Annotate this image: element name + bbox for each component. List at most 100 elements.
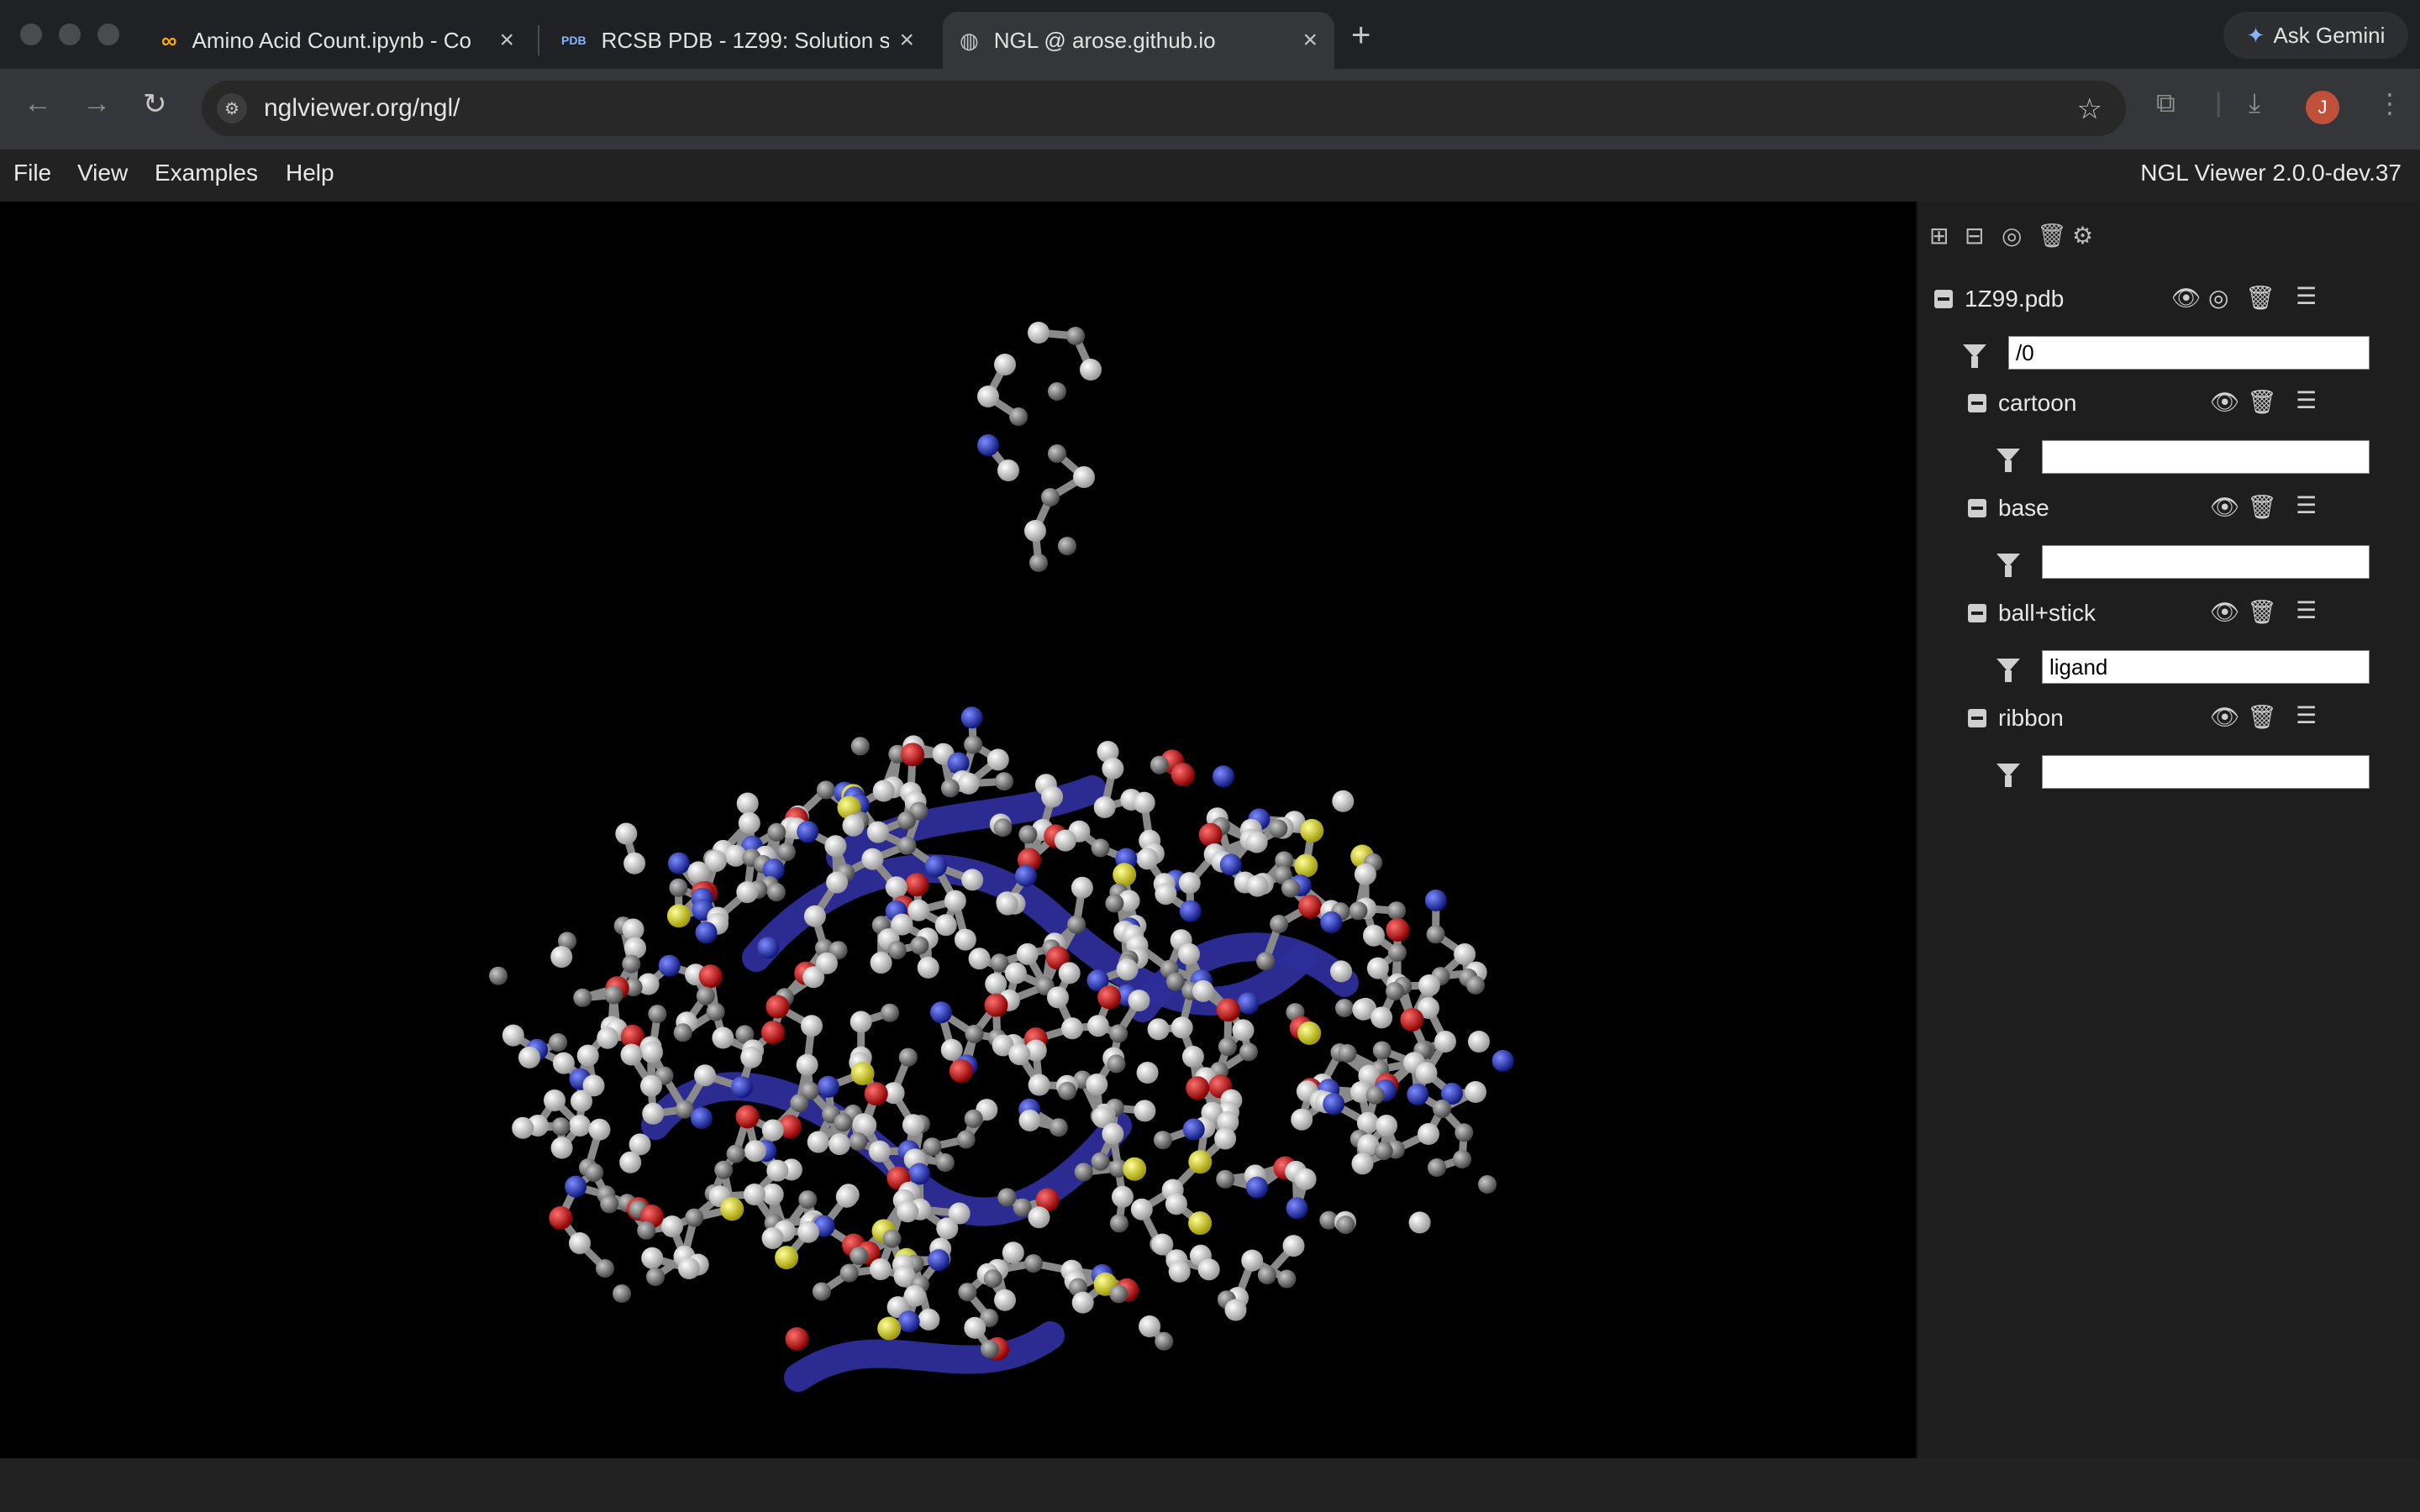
component-row[interactable]: 1Z99.pdb [1934,286,2064,312]
carbon-atom [596,1259,614,1278]
carbon-atom [956,1130,976,1149]
hydrogen-atom [1415,1062,1438,1084]
representation-filter-input[interactable] [2042,755,2370,789]
cast-search-icon[interactable]: ⧉ [2156,87,2175,119]
hydrogen-atom [1454,943,1476,965]
gemini-spark-icon: ✦ [2246,22,2265,48]
hydrogen-atom [1016,942,1039,965]
visibility-eye-icon[interactable]: 👁 [2171,284,2202,312]
new-tab-button[interactable]: + [1351,17,1370,55]
back-arrow-icon[interactable]: ← [24,87,52,120]
carbon-atom [1256,952,1276,971]
trash-icon[interactable]: 🗑 [2247,703,2277,731]
menu-hamburger-icon[interactable]: ☰ [2296,282,2317,310]
carbon-atom [673,1023,692,1042]
hydrogen-atom [1136,848,1159,870]
trash-icon[interactable]: 🗑 [2037,222,2067,249]
trash-icon[interactable]: 🗑 [2247,493,2277,521]
tab-close-icon[interactable]: × [499,26,514,55]
hydrogen-atom [936,1217,959,1240]
representation-row[interactable]: base [1968,495,2049,522]
site-info-icon[interactable]: ⚙ [217,93,247,123]
trash-icon[interactable]: 🗑 [2247,388,2277,416]
carbon-atom [1009,407,1028,426]
carbon-atom [766,883,786,902]
menu-view[interactable]: View [77,160,128,186]
collapse-icon[interactable] [1968,709,1986,727]
menu-file[interactable]: File [13,160,51,186]
hydrogen-atom [544,1089,566,1111]
representation-row[interactable]: ball+stick [1968,600,2096,627]
carbon-atom [1433,1100,1451,1118]
hydrogen-atom [1171,1016,1193,1039]
forward-arrow-icon[interactable]: → [82,87,111,120]
bookmark-star-icon[interactable]: ☆ [2077,92,2102,126]
visibility-eye-icon[interactable]: 👁 [2210,388,2240,416]
window-close-button[interactable] [20,24,42,45]
trash-icon[interactable]: 🗑 [2247,598,2277,626]
visibility-eye-icon[interactable]: 👁 [2210,703,2240,731]
representation-row[interactable]: cartoon [1968,390,2076,417]
tab-close-icon[interactable]: × [1302,26,1318,55]
hydrogen-atom [615,822,638,845]
tab-rcsb-pdb[interactable]: PDB RCSB PDB - 1Z99: Solution st × [544,12,931,69]
hydrogen-atom [1086,1015,1109,1037]
sulfur-atom [1188,1150,1213,1174]
carbon-atom [964,1109,983,1128]
collapse-icon[interactable] [1934,290,1953,308]
nitrogen-atom [908,1163,931,1185]
nitrogen-atom [667,852,690,874]
carbon-atom [1155,1331,1174,1351]
profile-avatar[interactable]: J [2306,91,2339,124]
collapse-icon[interactable] [1968,394,1986,412]
carbon-atom [622,954,641,974]
window-maximize-button[interactable] [97,24,119,45]
representation-row[interactable]: ribbon [1968,705,2064,732]
more-menu-icon[interactable]: ⋮ [2376,87,2403,119]
carbon-atom [1109,1214,1128,1233]
window-minimize-button[interactable] [59,24,81,45]
menu-help[interactable]: Help [286,160,334,186]
menu-hamburger-icon[interactable]: ☰ [2296,596,2317,624]
collapse-icon[interactable] [1968,499,1986,517]
carbon-atom [798,1190,818,1210]
center-icon[interactable]: ◎ [2208,284,2228,312]
collapse-all-icon[interactable]: ⊟ [1965,222,1984,249]
menu-hamburger-icon[interactable]: ☰ [2296,491,2317,519]
carbon-atom [1109,1284,1128,1304]
hydrogen-atom [571,1089,592,1112]
nitrogen-atom [1407,1083,1429,1105]
hydrogen-atom [1102,1122,1124,1145]
expand-all-icon[interactable]: ⊞ [1929,222,1949,249]
component-filter-input[interactable] [2008,336,2370,370]
tab-ngl[interactable]: ◍ NGL @ arose.github.io × [943,12,1334,69]
download-icon[interactable]: ⤓ [2249,87,2260,119]
center-icon[interactable]: ◎ [2002,222,2022,249]
carbon-atom [604,985,623,1005]
hydrogen-atom [835,1185,858,1208]
collapse-icon[interactable] [1968,604,1986,622]
hydrogen-atom [997,459,1019,481]
molecule-viewport[interactable] [0,202,1916,1458]
carbon-atom [958,1283,977,1302]
menu-examples[interactable]: Examples [155,160,258,186]
menu-hamburger-icon[interactable]: ☰ [2296,386,2317,414]
tab-colab[interactable]: ∞ Amino Acid Count.ipynb - Co × [145,12,531,69]
reload-icon[interactable]: ↻ [143,87,167,121]
visibility-eye-icon[interactable]: 👁 [2210,598,2240,626]
nitrogen-atom [691,1107,713,1130]
carbon-atom [1277,1269,1297,1289]
settings-icon[interactable]: ⚙ [2072,222,2093,249]
hydrogen-atom [740,1046,763,1068]
tab-close-icon[interactable]: × [899,26,914,55]
carbon-atom [489,966,508,985]
menu-hamburger-icon[interactable]: ☰ [2296,701,2317,729]
representation-filter-input[interactable] [2042,545,2370,579]
representation-filter-input[interactable] [2042,440,2370,474]
visibility-eye-icon[interactable]: 👁 [2210,493,2240,521]
trash-icon[interactable]: 🗑 [2245,284,2275,312]
representation-filter-input[interactable] [2042,650,2370,684]
address-bar[interactable]: ⚙ nglviewer.org/ngl/ ☆ [202,81,2126,136]
ask-gemini-button[interactable]: ✦ Ask Gemini [2223,12,2408,59]
hydrogen-atom [738,811,760,834]
